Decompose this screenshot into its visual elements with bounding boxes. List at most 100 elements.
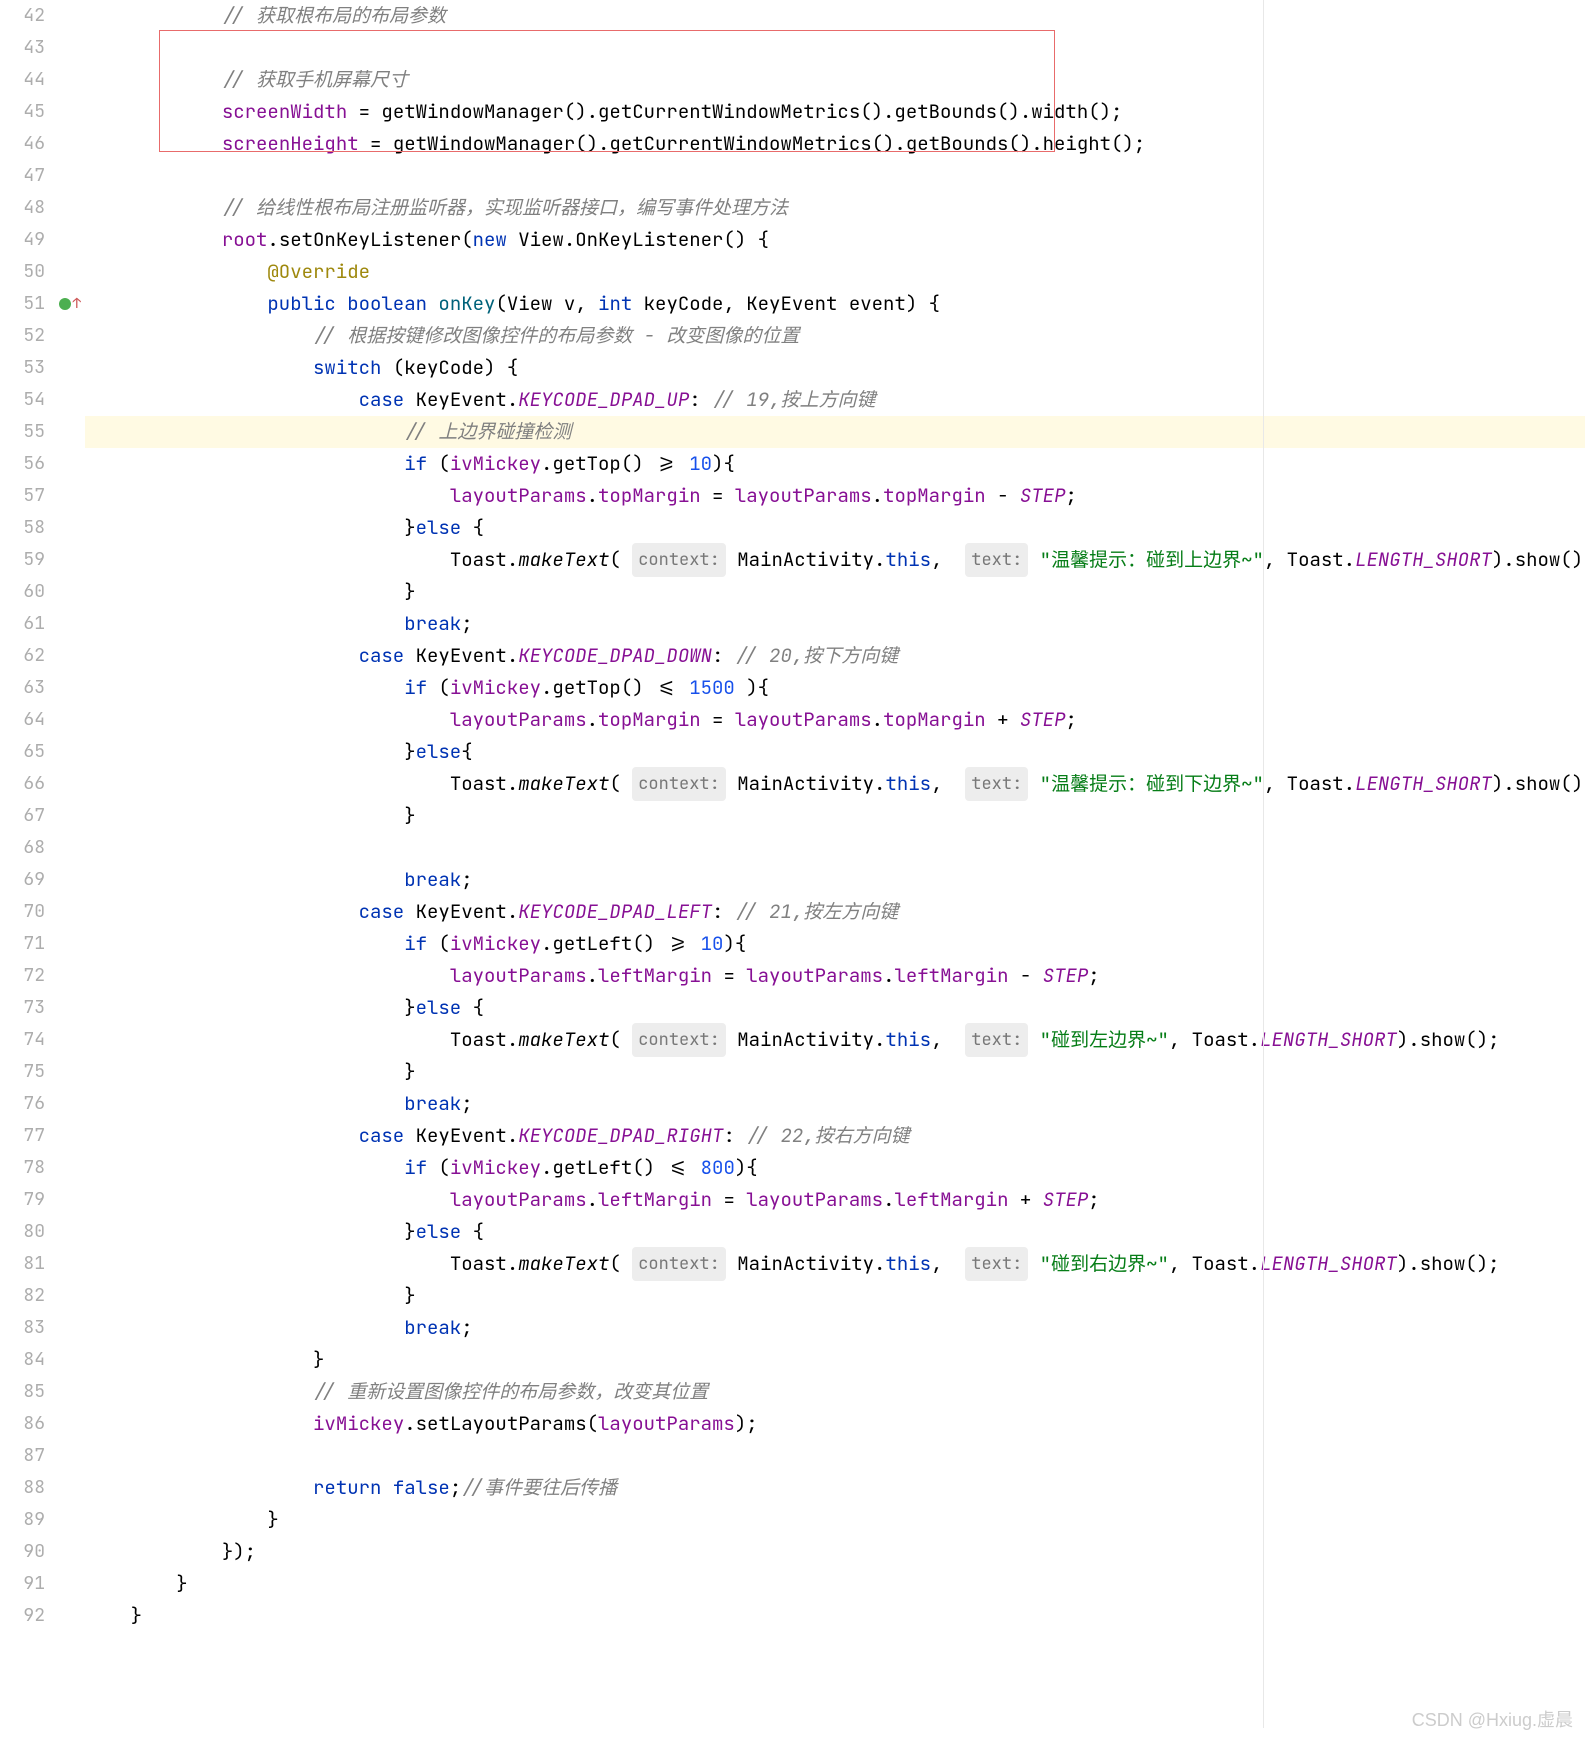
code-line[interactable]: } (85, 1568, 1585, 1600)
code-token: // 获取根布局的布局参数 (222, 0, 446, 32)
code-line[interactable]: public boolean onKey(View v, int keyCode… (85, 288, 1585, 320)
code-line[interactable]: // 重新设置图像控件的布局参数，改变其位置 (85, 1376, 1585, 1408)
code-token: // 22,按右方向键 (746, 1120, 909, 1152)
code-line[interactable]: // 根据按键修改图像控件的布局参数 - 改变图像的位置 (85, 320, 1585, 352)
code-line[interactable]: // 获取手机屏幕尺寸 (85, 64, 1585, 96)
code-line[interactable]: if (ivMickey.getTop() >= 10){ (85, 448, 1585, 480)
line-number: 74 (0, 1024, 85, 1056)
code-line[interactable]: } (85, 1504, 1585, 1536)
code-line[interactable]: break; (85, 864, 1585, 896)
code-line[interactable] (85, 832, 1585, 864)
code-token: keyCode, KeyEvent event) { (632, 288, 940, 320)
code-line[interactable]: ivMickey.setLayoutParams(layoutParams); (85, 1408, 1585, 1440)
code-token: context: (632, 1247, 726, 1281)
code-line[interactable]: if (ivMickey.getLeft() <= 800){ (85, 1152, 1585, 1184)
code-line[interactable]: }); (85, 1536, 1585, 1568)
code-line[interactable]: } (85, 576, 1585, 608)
code-line[interactable]: case KeyEvent.KEYCODE_DPAD_RIGHT: // 22,… (85, 1120, 1585, 1152)
code-token: LENGTH_SHORT (1260, 1024, 1397, 1056)
line-number: 54 (0, 384, 85, 416)
code-line[interactable]: case KeyEvent.KEYCODE_DPAD_DOWN: // 20,按… (85, 640, 1585, 672)
code-token: View.OnKeyListener() { (507, 224, 769, 256)
code-token: ( (609, 1248, 632, 1280)
code-token: topMargin (883, 704, 986, 736)
code-line[interactable]: } (85, 1056, 1585, 1088)
code-token: , Toast. (1169, 1024, 1260, 1056)
code-line[interactable]: } (85, 1344, 1585, 1376)
code-token: . (587, 704, 598, 736)
code-token: "温馨提示：碰到下边界~" (1040, 768, 1264, 800)
code-line[interactable]: break; (85, 1312, 1585, 1344)
line-number: 45 (0, 96, 85, 128)
code-token: else (416, 992, 462, 1024)
code-line[interactable]: screenHeight = getWindowManager().getCur… (85, 128, 1585, 160)
code-token: .setOnKeyListener( (267, 224, 472, 256)
code-line[interactable]: } (85, 1280, 1585, 1312)
code-line[interactable]: return false;//事件要往后传播 (85, 1472, 1585, 1504)
code-token: = (701, 480, 735, 512)
code-editor[interactable]: 42434445464748495051↑5253545556575859606… (0, 0, 1585, 1728)
code-line[interactable]: }else { (85, 992, 1585, 1024)
code-token: + (986, 704, 1020, 736)
code-token: Toast. (450, 768, 518, 800)
code-line[interactable]: @Override (85, 256, 1585, 288)
code-token: Toast. (450, 1248, 518, 1280)
code-token: break (404, 864, 461, 896)
code-token: root (222, 224, 268, 256)
code-line[interactable]: layoutParams.topMargin = layoutParams.to… (85, 704, 1585, 736)
code-token: ).show(); (1492, 768, 1585, 800)
code-token: screenHeight (222, 128, 359, 160)
code-token: } (404, 1056, 415, 1088)
code-line[interactable]: Toast.makeText( context: MainActivity.th… (85, 1248, 1585, 1280)
code-line[interactable]: // 获取根布局的布局参数 (85, 0, 1585, 32)
code-line[interactable]: layoutParams.leftMargin = layoutParams.l… (85, 960, 1585, 992)
code-token: text: (965, 543, 1028, 577)
code-line[interactable]: layoutParams.topMargin = layoutParams.to… (85, 480, 1585, 512)
code-line[interactable]: Toast.makeText( context: MainActivity.th… (85, 768, 1585, 800)
code-token: : (723, 1120, 746, 1152)
code-line[interactable]: if (ivMickey.getTop() <= 1500 ){ (85, 672, 1585, 704)
code-token: MainActivity. (726, 768, 886, 800)
line-number: 87 (0, 1440, 85, 1472)
line-number: 72 (0, 960, 85, 992)
right-margin-line (1263, 0, 1264, 1728)
code-token: makeText (518, 1024, 609, 1056)
code-line[interactable]: layoutParams.leftMargin = layoutParams.l… (85, 1184, 1585, 1216)
code-line[interactable]: case KeyEvent.KEYCODE_DPAD_UP: // 19,按上方… (85, 384, 1585, 416)
line-number: 46 (0, 128, 85, 160)
code-line[interactable]: break; (85, 1088, 1585, 1120)
code-token: MainActivity. (726, 1248, 886, 1280)
code-token: LENGTH_SHORT (1260, 1248, 1397, 1280)
code-line[interactable]: if (ivMickey.getLeft() >= 10){ (85, 928, 1585, 960)
code-line[interactable]: } (85, 1600, 1585, 1632)
code-area[interactable]: // 获取根布局的布局参数 // 获取手机屏幕尺寸 screenWidth = … (85, 0, 1585, 1728)
code-token: topMargin (598, 704, 701, 736)
code-line[interactable] (85, 32, 1585, 64)
code-token: ( (609, 768, 632, 800)
code-token: = (701, 704, 735, 736)
code-line[interactable]: root.setOnKeyListener(new View.OnKeyList… (85, 224, 1585, 256)
code-line[interactable]: }else { (85, 512, 1585, 544)
code-line[interactable]: break; (85, 608, 1585, 640)
code-token: (View v, (495, 288, 598, 320)
code-line[interactable]: Toast.makeText( context: MainActivity.th… (85, 544, 1585, 576)
code-token: // 给线性根布局注册监听器，实现监听器接口，编写事件处理方法 (222, 192, 788, 224)
line-number: 57 (0, 480, 85, 512)
code-line[interactable]: } (85, 800, 1585, 832)
code-line[interactable]: case KeyEvent.KEYCODE_DPAD_LEFT: // 21,按… (85, 896, 1585, 928)
code-line[interactable]: // 给线性根布局注册监听器，实现监听器接口，编写事件处理方法 (85, 192, 1585, 224)
line-number: 64 (0, 704, 85, 736)
code-line[interactable]: switch (keyCode) { (85, 352, 1585, 384)
code-token: = getWindowManager().getCurrentWindowMet… (347, 96, 1122, 128)
code-line[interactable]: }else{ (85, 736, 1585, 768)
override-marker-icon[interactable]: ↑ (59, 288, 81, 320)
code-token: .getLeft() <= (541, 1152, 701, 1184)
code-line[interactable] (85, 1440, 1585, 1472)
code-token: } (404, 800, 415, 832)
code-line[interactable] (85, 160, 1585, 192)
code-line[interactable]: Toast.makeText( context: MainActivity.th… (85, 1024, 1585, 1056)
code-token: layoutParams (746, 1184, 883, 1216)
code-line[interactable]: screenWidth = getWindowManager().getCurr… (85, 96, 1585, 128)
code-line[interactable]: // 上边界碰撞检测 (85, 416, 1585, 448)
code-line[interactable]: }else { (85, 1216, 1585, 1248)
